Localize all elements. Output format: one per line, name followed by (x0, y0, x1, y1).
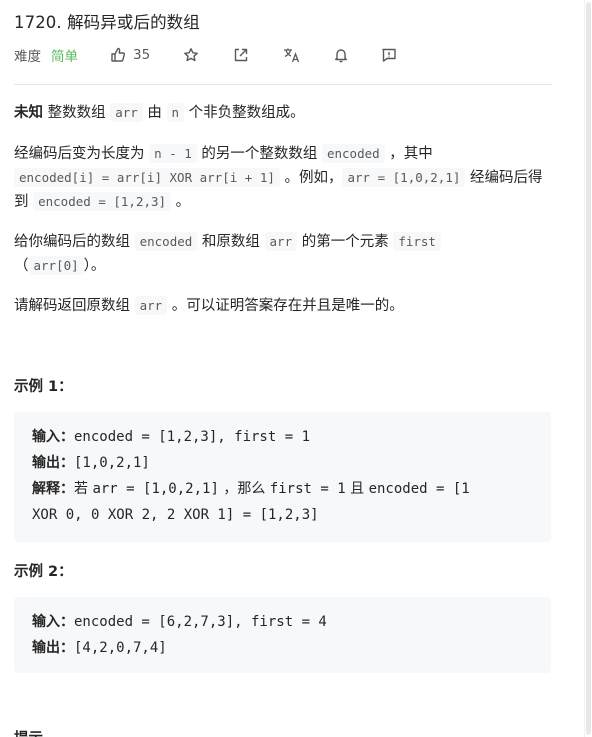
example-output-label: 输出： (32, 640, 74, 656)
difficulty-label: 难度 (14, 49, 41, 65)
example-explain-line: 解释：若 arr = [1,0,2,1] ，那么 first = 1 且 enc… (32, 476, 533, 502)
inline-code: encoded (321, 144, 385, 163)
description-paragraph-2: 经编码后变为长度为 n - 1 的另一个整数数组 encoded ，其中 enco… (14, 142, 554, 214)
favorite-button[interactable] (183, 47, 199, 63)
scrollbar-track[interactable] (584, 0, 592, 737)
explain-code: first = 1 (269, 481, 346, 497)
inline-code: encoded = [1,2,3] (33, 192, 172, 211)
example-output-value: [4,2,0,7,4] (74, 640, 167, 656)
desc-text: 请解码返回原数组 (14, 298, 135, 314)
inline-code: arr = [1,0,2,1] (342, 168, 466, 187)
description-paragraph-1: 未知 整数数组 arr 由 n 个非负整数组成。 (14, 101, 554, 125)
example-input-label: 输入： (32, 614, 74, 630)
translate-button[interactable] (283, 47, 301, 63)
desc-text: 的另一个整数数组 (196, 146, 322, 162)
problem-title: 1720. 解码异或后的数组 (14, 13, 200, 32)
desc-text: 。可以证明答案存在并且是唯一的。 (167, 298, 404, 314)
example-explain-label: 解释： (32, 481, 74, 497)
bell-icon (335, 49, 348, 63)
inline-code: arr[0] (28, 256, 84, 275)
like-count: 35 (133, 47, 151, 63)
feedback-icon (382, 48, 396, 62)
description-paragraph-3: 给你编码后的数组 encoded 和原数组 arr 的第一个元素 first （a… (14, 230, 554, 278)
translate-icon (284, 48, 300, 63)
desc-text: 的第一个元素 (297, 234, 394, 250)
scrollbar-thumb[interactable] (586, 2, 591, 735)
like-button[interactable]: 35 (110, 47, 150, 63)
desc-text: （ (14, 258, 29, 274)
desc-text: 。 (171, 194, 191, 210)
thumbs-up-icon (111, 47, 126, 62)
desc-text: 由 (142, 105, 167, 121)
explain-text: ，那么 (218, 481, 270, 497)
feedback-button[interactable] (381, 47, 397, 63)
example-2-title: 示例 2： (14, 564, 73, 580)
example-input-value: encoded = [1,2,3], first = 1 (74, 429, 311, 445)
example-input-line: 输入：encoded = [6,2,7,3], first = 4 (32, 609, 533, 635)
inline-code: arr (134, 296, 168, 315)
inline-code: arr (110, 103, 143, 122)
constraints-heading: 提示 (14, 727, 43, 737)
problem-meta-bar: 难度 简单 35 (14, 44, 397, 66)
desc-text: 个非负整数组成。 (184, 105, 305, 121)
star-icon (184, 48, 199, 62)
header-divider (14, 84, 552, 85)
explain-code: arr = [1,0,2,1] (92, 481, 219, 497)
example-1-title: 示例 1： (14, 379, 73, 395)
example-2-block: 输入：encoded = [6,2,7,3], first = 4 输出：[4,… (14, 597, 551, 673)
desc-text: 经编码后变为长度为 (14, 146, 150, 162)
desc-text: 整数数组 (43, 105, 111, 121)
difficulty-badge: 简单 (51, 49, 78, 65)
inline-code: n (166, 103, 185, 122)
explain-text: 若 (74, 481, 93, 497)
explain-text: 且 (345, 481, 369, 497)
desc-text: ）。 (83, 258, 106, 274)
desc-emphasis: 未知 (14, 105, 43, 121)
example-output-line: 输出：[1,0,2,1] (32, 450, 533, 476)
notify-button[interactable] (333, 47, 349, 63)
desc-text: 和原数组 (197, 234, 265, 250)
desc-text: 。例如， (279, 170, 343, 186)
share-icon (234, 48, 248, 62)
example-1-block: 输入：encoded = [1,2,3], first = 1 输出：[1,0,… (14, 412, 551, 542)
desc-text: 给你编码后的数组 (14, 234, 135, 250)
desc-text: ，其中 (384, 146, 433, 162)
example-input-label: 输入： (32, 429, 74, 445)
example-output-label: 输出： (32, 455, 74, 471)
inline-code: encoded[i] = arr[i] XOR arr[i + 1] (14, 168, 280, 187)
example-output-line: 输出：[4,2,0,7,4] (32, 635, 533, 661)
inline-code: arr (264, 232, 298, 251)
inline-code: n - 1 (149, 144, 197, 163)
example-output-value: [1,0,2,1] (74, 455, 150, 471)
example-explain-line-2: XOR 0, 0 XOR 2, 2 XOR 1] = [1,2,3] (32, 507, 319, 523)
explain-code: encoded = [1 (368, 481, 470, 497)
share-button[interactable] (233, 47, 249, 63)
inline-code: encoded (134, 232, 198, 251)
example-input-line: 输入：encoded = [1,2,3], first = 1 (32, 424, 533, 450)
description-paragraph-4: 请解码返回原数组 arr 。可以证明答案存在并且是唯一的。 (14, 294, 554, 318)
example-input-value: encoded = [6,2,7,3], first = 4 (74, 614, 327, 630)
inline-code: first (393, 232, 441, 251)
